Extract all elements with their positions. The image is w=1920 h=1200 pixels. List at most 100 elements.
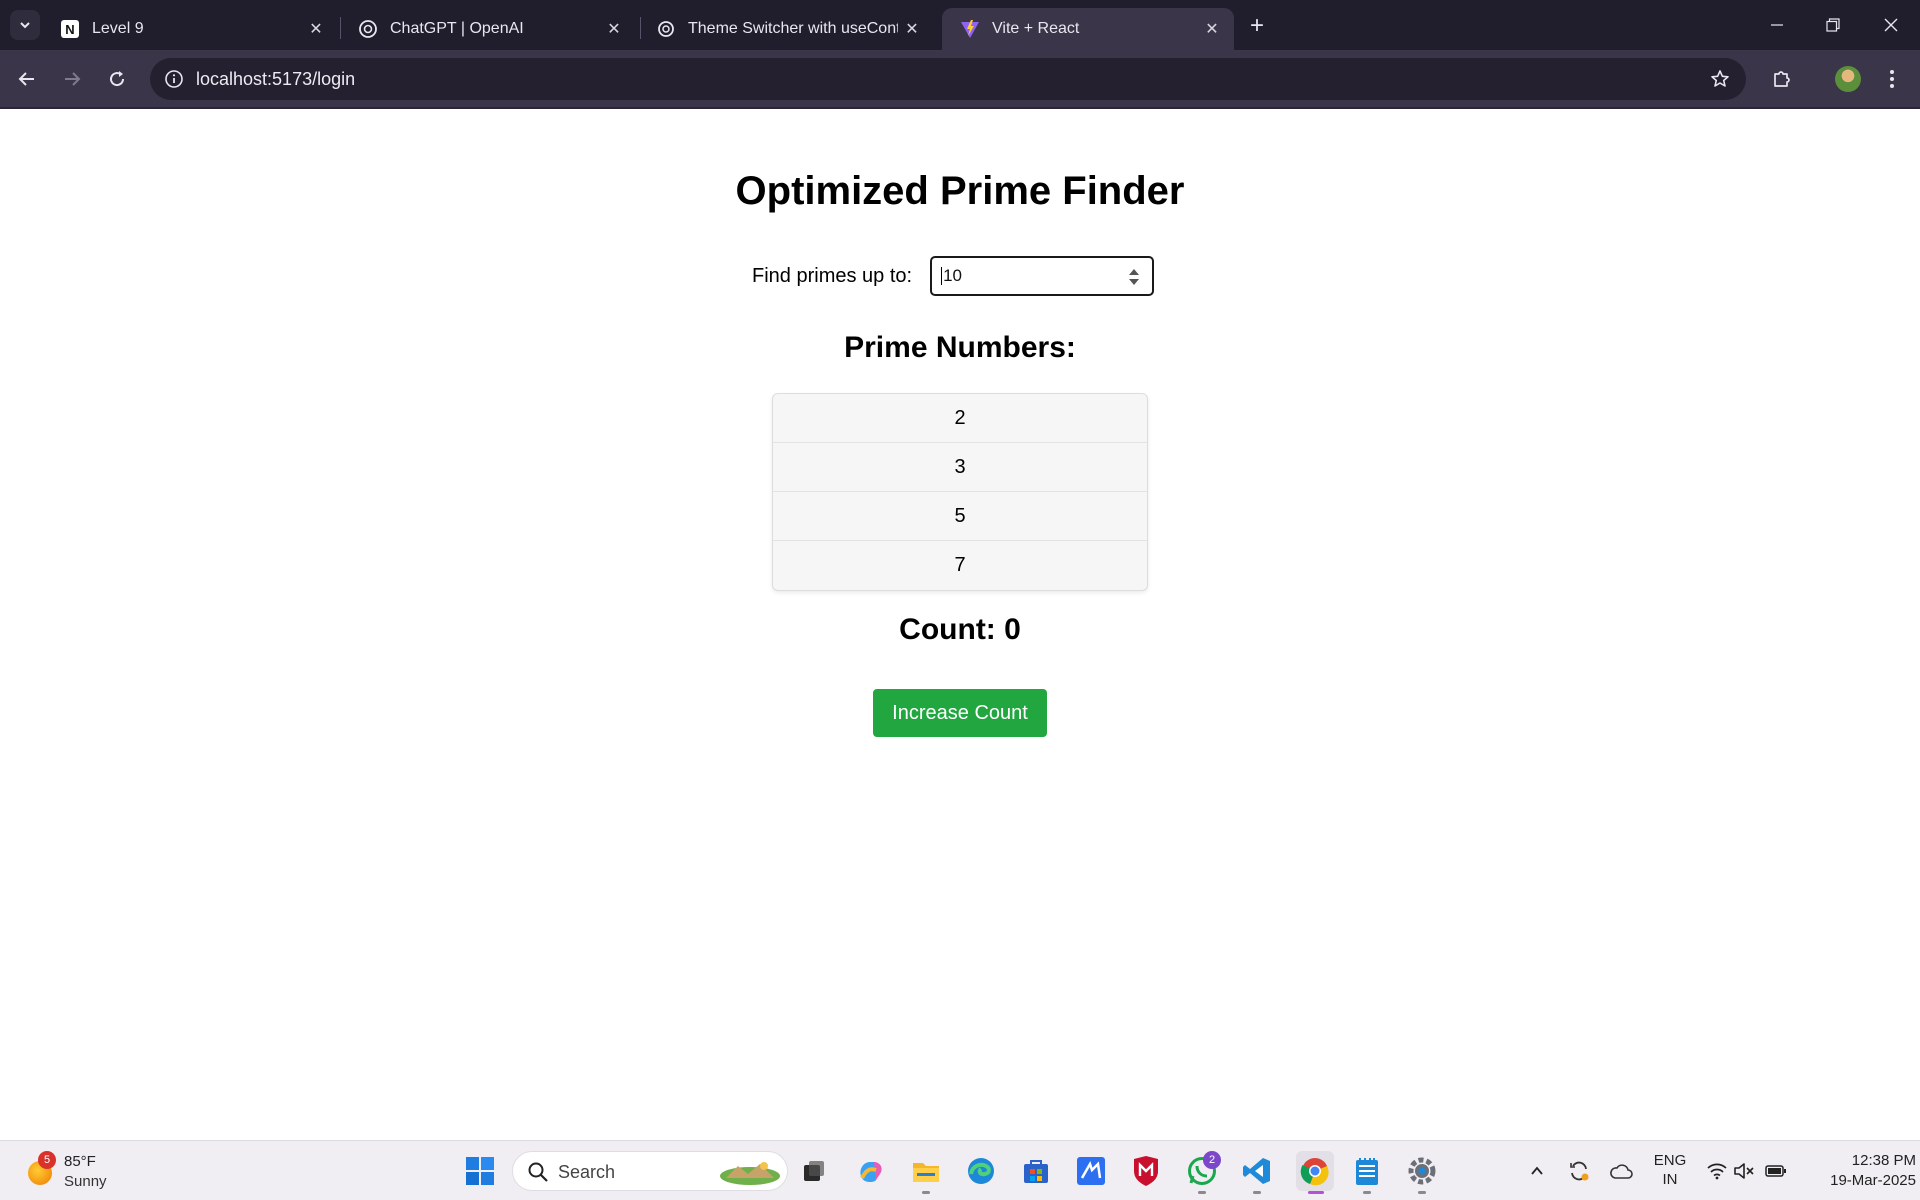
plus-icon: + [1249, 12, 1264, 39]
running-indicator [1363, 1191, 1371, 1194]
limit-number-input[interactable]: 10 [930, 256, 1155, 296]
region-code: IN [1662, 1171, 1678, 1188]
search-icon [528, 1162, 548, 1182]
prime-list-item: 5 [773, 492, 1147, 541]
prime-list: 2 3 5 7 [772, 393, 1148, 591]
tab-theme-switcher[interactable]: Theme Switcher with useContext ✕ [638, 8, 934, 50]
tab-search-button[interactable] [10, 10, 40, 40]
primes-heading: Prime Numbers: [844, 331, 1076, 364]
running-indicator [1418, 1191, 1426, 1194]
new-tab-button[interactable]: + [1242, 11, 1272, 41]
reload-button[interactable] [100, 62, 134, 96]
prime-list-item: 2 [773, 394, 1147, 443]
running-indicator [1198, 1191, 1206, 1194]
windows-taskbar: 5 85°F Sunny Search 2 ENG IN 12:38 PM 19… [0, 1140, 1920, 1200]
reload-icon [110, 71, 125, 87]
wifi-icon[interactable] [1704, 1155, 1730, 1187]
tab-title: Vite + React [992, 20, 1080, 37]
spinner-arrows-icon[interactable] [1128, 266, 1140, 288]
running-indicator [922, 1191, 930, 1194]
tab-chatgpt[interactable]: ChatGPT | OpenAI ✕ [340, 8, 636, 50]
svg-text:N: N [65, 22, 74, 37]
mcafee-icon[interactable] [1130, 1155, 1162, 1187]
battery-icon[interactable] [1763, 1155, 1789, 1187]
chrome-icon[interactable] [1296, 1151, 1334, 1191]
vite-icon [960, 19, 980, 39]
browser-tab-strip: N Level 9 ✕ ChatGPT | OpenAI ✕ Theme Swi… [0, 0, 1920, 50]
restore-button[interactable] [1805, 0, 1861, 50]
tab-vite-react[interactable]: Vite + React ✕ [942, 8, 1234, 50]
prime-list-item: 7 [954, 554, 966, 576]
browser-toolbar: localhost:5173/login [0, 50, 1920, 109]
tab-title: Theme Switcher with useContext [688, 20, 898, 37]
browser-menu-button[interactable] [1875, 62, 1909, 96]
search-placeholder: Search [558, 1162, 616, 1182]
increase-count-button[interactable]: Increase Count [873, 689, 1047, 737]
tab-title: ChatGPT | OpenAI [390, 20, 524, 37]
tab-level-9[interactable]: N Level 9 ✕ [42, 8, 338, 50]
start-button[interactable] [464, 1155, 496, 1187]
limit-input-value: 10 [943, 266, 962, 285]
prime-list-item: 3 [773, 443, 1147, 492]
restore-icon [1826, 18, 1840, 32]
profile-avatar[interactable] [1835, 66, 1861, 92]
openai-icon [358, 19, 378, 39]
whatsapp-badge: 2 [1203, 1151, 1221, 1169]
taskbar-search[interactable]: Search [512, 1151, 788, 1191]
code-editor-icon[interactable] [1075, 1155, 1107, 1187]
clock-date: 19-Mar-2025 [1830, 1172, 1916, 1189]
page-content: Optimized Prime Finder Find primes up to… [0, 109, 1920, 1140]
weather-temperature: 85°F [64, 1153, 96, 1170]
notion-icon: N [60, 19, 80, 39]
microsoft-store-icon[interactable] [1020, 1155, 1052, 1187]
tab-title: Level 9 [92, 20, 144, 37]
volume-muted-icon[interactable] [1731, 1155, 1757, 1187]
close-icon[interactable]: ✕ [898, 15, 926, 43]
count-label: Count: 0 [899, 613, 1021, 646]
find-primes-label: Find primes up to: [752, 264, 913, 287]
arrow-right-icon [65, 72, 81, 86]
close-window-button[interactable] [1863, 0, 1919, 50]
address-bar[interactable]: localhost:5173/login [150, 58, 1746, 100]
notepad-icon[interactable] [1351, 1155, 1383, 1187]
onedrive-cloud-icon[interactable] [1607, 1155, 1635, 1187]
running-indicator [1253, 1191, 1261, 1194]
extensions-button[interactable] [1765, 62, 1799, 96]
close-icon [1884, 18, 1898, 32]
puzzle-icon [1774, 71, 1790, 87]
find-primes-row: Find primes up to: 10 [752, 256, 1155, 296]
windows-logo-icon [466, 1157, 494, 1185]
search-highlight-icon [720, 1162, 780, 1185]
screen: N Level 9 ✕ ChatGPT | OpenAI ✕ Theme Swi… [0, 0, 1920, 1200]
chevron-down-icon [20, 22, 30, 29]
bookmark-star-icon[interactable] [1708, 67, 1732, 91]
back-button[interactable] [10, 62, 44, 96]
weather-condition: Sunny [64, 1173, 107, 1190]
clock-time: 12:38 PM [1851, 1152, 1916, 1169]
settings-icon[interactable] [1406, 1155, 1438, 1187]
vscode-icon[interactable] [1241, 1155, 1273, 1187]
file-explorer-icon[interactable] [910, 1155, 942, 1187]
clock[interactable]: 12:38 PM 19-Mar-2025 [1800, 1151, 1916, 1191]
text-caret [941, 267, 943, 285]
site-info-icon[interactable] [162, 67, 186, 91]
edge-icon[interactable] [965, 1155, 997, 1187]
close-icon[interactable]: ✕ [600, 15, 628, 43]
weather-badge: 5 [38, 1151, 56, 1169]
forward-button[interactable] [55, 62, 89, 96]
close-icon[interactable]: ✕ [1198, 15, 1226, 43]
weather-widget[interactable]: 5 85°F Sunny [24, 1151, 144, 1191]
close-icon[interactable]: ✕ [302, 15, 330, 43]
url-text[interactable]: localhost:5173/login [196, 69, 355, 90]
copilot-icon[interactable] [855, 1155, 887, 1187]
minimize-button[interactable] [1749, 0, 1805, 50]
task-view-icon[interactable] [798, 1155, 830, 1187]
language-indicator[interactable]: ENG IN [1648, 1151, 1692, 1189]
sync-icon[interactable] [1566, 1155, 1592, 1187]
openai-icon [656, 19, 676, 39]
show-hidden-icons-chevron-up-icon[interactable] [1526, 1155, 1548, 1187]
page-title: Optimized Prime Finder [735, 169, 1185, 213]
arrow-left-icon [18, 72, 34, 86]
active-indicator [1308, 1191, 1324, 1194]
more-vertical-icon [1890, 70, 1894, 88]
